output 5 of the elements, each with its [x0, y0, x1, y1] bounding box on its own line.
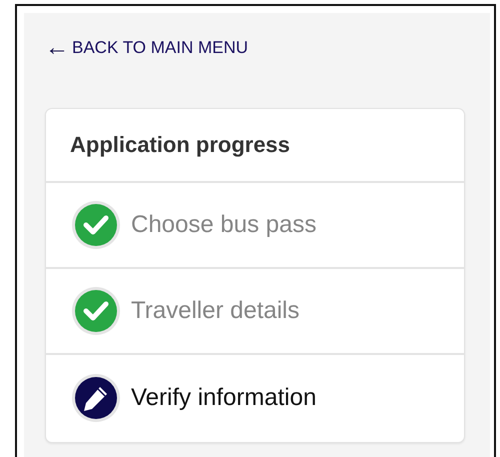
card-title: Application progress: [70, 131, 290, 160]
step-label: Verify information: [131, 383, 316, 414]
back-link[interactable]: ←BACK TO MAIN MENU: [45, 35, 248, 60]
step-label: Traveller details: [131, 296, 300, 326]
step-label: Choose bus pass: [131, 210, 316, 240]
